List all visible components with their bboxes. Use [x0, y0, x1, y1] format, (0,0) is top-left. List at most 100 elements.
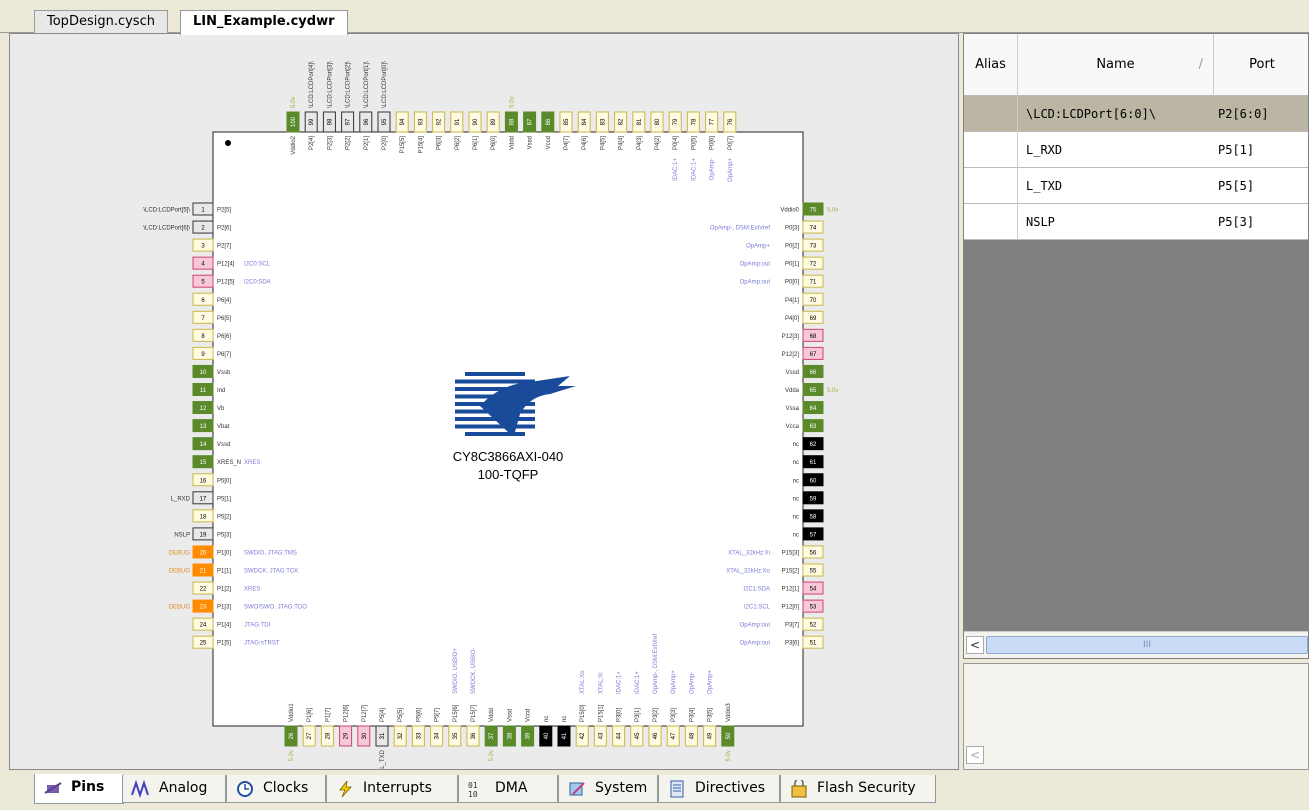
- scroll-left-icon[interactable]: <: [966, 746, 984, 764]
- directives-icon: [670, 780, 684, 798]
- tab-dma[interactable]: 01 10 DMA: [458, 775, 558, 803]
- horizontal-scrollbar-lower[interactable]: <: [966, 746, 1308, 766]
- pin-label: \LCD:LCDPort[1]\: [364, 61, 370, 108]
- horizontal-scrollbar[interactable]: < III: [964, 631, 1308, 658]
- dma-icon: 0110: [468, 781, 478, 798]
- pin-name: P6[4]: [217, 298, 231, 304]
- pin-name: P5[1]: [217, 496, 231, 502]
- pin-name: P6[3]: [437, 136, 443, 150]
- pin-function: IDAC:1+: [673, 158, 679, 181]
- tab-label: Flash Security: [817, 780, 916, 796]
- pin-name: P12[2]: [782, 352, 800, 358]
- pin-name: P2[4]: [309, 136, 315, 150]
- pin-name: Vb: [217, 406, 225, 412]
- pin-name: Vddio0: [780, 208, 799, 214]
- pin-name: P12[6]: [344, 704, 350, 722]
- scroll-thumb[interactable]: III: [986, 636, 1308, 654]
- pin-name: P6[0]: [491, 136, 497, 150]
- pin-number: 36: [471, 732, 477, 739]
- pin-name: P2[1]: [364, 136, 370, 150]
- table-row[interactable]: L_TXD P5[5]: [964, 168, 1308, 204]
- column-port[interactable]: Port: [1214, 34, 1308, 96]
- tab-lin-example[interactable]: LIN_Example.cydwr: [180, 10, 348, 35]
- pin-function: I2C1:SDA: [743, 587, 770, 593]
- pin-voltage: 5.0v: [827, 208, 838, 214]
- pin-name: P12[7]: [362, 704, 368, 722]
- pin-name: nc: [793, 496, 799, 502]
- port-cell[interactable]: P5[1]: [1218, 132, 1298, 168]
- alias-cell[interactable]: [964, 168, 1018, 204]
- table-row[interactable]: L_RXD P5[1]: [964, 132, 1308, 168]
- port-cell[interactable]: P2[6:0]: [1218, 96, 1298, 132]
- pin-function: OpAmp+: [708, 670, 714, 694]
- pin-number: 47: [671, 732, 677, 739]
- pin-number: 77: [710, 118, 716, 125]
- pin-name: P2[0]: [382, 136, 388, 150]
- pin-function: SWDIO, USBIO+: [453, 648, 459, 694]
- pin-number: 23: [200, 605, 207, 611]
- pin-name: P15[7]: [471, 704, 477, 722]
- pin-number: 64: [810, 406, 817, 412]
- pin-voltage: 5.0v: [726, 750, 732, 761]
- pin-name: P1[3]: [217, 605, 231, 611]
- pin-number: 30: [362, 732, 368, 739]
- table-row[interactable]: NSLP P5[3]: [964, 204, 1308, 240]
- tab-pins[interactable]: Pins: [34, 774, 124, 804]
- pin-name: P5[5]: [398, 708, 404, 722]
- pin-number: 80: [655, 118, 661, 125]
- alias-cell[interactable]: [964, 132, 1018, 168]
- pin-number: 87: [528, 118, 534, 125]
- pin-function: JTAG:TDI: [244, 623, 271, 629]
- pin-name: Vddio1: [289, 703, 295, 722]
- pin-number: 79: [673, 118, 679, 125]
- pin-number: 72: [810, 262, 817, 268]
- port-cell[interactable]: P5[3]: [1218, 204, 1298, 240]
- pin-name: P15[3]: [782, 550, 800, 556]
- pin-name: P2[7]: [217, 244, 231, 250]
- column-alias[interactable]: Alias: [964, 34, 1018, 96]
- pin-number: 59: [810, 496, 817, 502]
- pin-number: 44: [617, 732, 623, 739]
- pin-name: P1[1]: [217, 569, 231, 575]
- tab-clocks[interactable]: Clocks: [226, 775, 326, 803]
- tab-label: System: [595, 780, 648, 796]
- pin-number: 99: [309, 118, 315, 125]
- pin-name: Vssd: [507, 709, 513, 722]
- tab-flash-security[interactable]: Flash Security: [780, 775, 936, 803]
- pin-name: P5[4]: [380, 708, 386, 722]
- table-row[interactable]: \LCD:LCDPort[6:0]\ P2[6:0]: [964, 96, 1308, 132]
- pin-number: 98: [327, 118, 333, 125]
- pin-name: P12[4]: [217, 262, 235, 268]
- port-cell[interactable]: P5[5]: [1218, 168, 1298, 204]
- tab-system[interactable]: System: [558, 775, 658, 803]
- pin-function: XRES: [244, 587, 260, 593]
- pin-name: P5[2]: [217, 514, 231, 520]
- pin-name: XRES_N: [217, 460, 241, 466]
- tab-interrupts[interactable]: Interrupts: [326, 775, 458, 803]
- chip-diagram: CY8C3866AXI-040100-TQFP1 P2[5]\LCD:LCDPor…: [143, 61, 838, 769]
- column-name[interactable]: Name /: [1018, 34, 1214, 96]
- pin-table: Alias Name / Port \LCD:LCDPort[6:0]\ P2[6…: [963, 33, 1309, 659]
- pin-function: JTAG:nTRST: [244, 641, 280, 647]
- pin-voltage: 5.0v: [827, 388, 838, 394]
- pin-number: 86: [546, 118, 552, 125]
- pin-number: 35: [453, 732, 459, 739]
- alias-cell[interactable]: [964, 204, 1018, 240]
- pin-number: 65: [810, 388, 817, 394]
- pin-number: 49: [708, 732, 714, 739]
- svg-text:01: 01: [468, 781, 478, 790]
- pin-diagram-canvas[interactable]: CY8C3866AXI-040 100-TQFP 1 P2[5] \LCD:LCDPor…: [9, 33, 959, 770]
- tab-analog[interactable]: Analog: [122, 775, 226, 803]
- tab-directives[interactable]: Directives: [658, 775, 780, 803]
- tab-label: Analog: [159, 780, 208, 796]
- alias-cell[interactable]: [964, 96, 1018, 132]
- pin-name: P1[0]: [217, 550, 231, 556]
- tab-label: Pins: [71, 779, 105, 795]
- pin-name: P4[1]: [785, 298, 799, 304]
- pin-name: P12[5]: [217, 280, 235, 286]
- scroll-left-icon[interactable]: <: [966, 636, 984, 654]
- pin-function: SWO/SWO, JTAG:TDO: [244, 605, 307, 611]
- tab-topdesign[interactable]: TopDesign.cysch: [34, 10, 168, 34]
- pin-name: P2[6]: [217, 226, 231, 232]
- pin-name: P12[1]: [782, 587, 800, 593]
